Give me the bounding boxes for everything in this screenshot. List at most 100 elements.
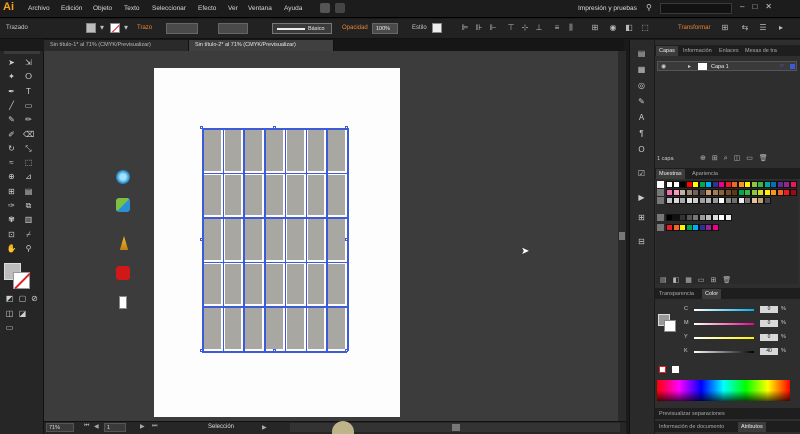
grid-cell[interactable] [245,219,263,260]
character-icon[interactable]: A [636,112,647,123]
workspace-switcher[interactable]: Impresión y pruebas [578,5,637,12]
status-mode[interactable]: Selección [208,424,234,430]
hscroll-thumb[interactable] [452,424,460,431]
transform-link[interactable]: Transformar [678,25,710,31]
layer-name[interactable]: Capa 1 [711,64,729,70]
align-icon[interactable]: ⊟ [636,236,647,247]
selection-handle[interactable] [345,126,348,129]
color-swatch[interactable] [789,189,797,196]
grid-cell[interactable] [204,219,221,260]
slice-tool-icon[interactable]: ⌿ [23,229,34,240]
grid-cell[interactable] [307,263,325,305]
photos-icon[interactable] [116,198,130,212]
play-icon[interactable]: ▶ [636,192,647,203]
chevron-down-icon[interactable]: ▾ [121,23,131,33]
paintbrush-tool-icon[interactable]: ✎ [6,114,17,125]
lasso-tool-icon[interactable]: ⵔ [23,71,34,82]
envelope-icon[interactable]: ⬚ [640,23,650,33]
layer-actions[interactable]: ⊕⊞⌕◫▭🗑 [700,154,774,163]
page-dropdown[interactable]: 1 [104,423,126,432]
grid-cell[interactable] [286,174,304,216]
grid-cell[interactable] [266,219,283,260]
zoom-dropdown[interactable]: 71% [46,423,74,432]
magic-wand-tool-icon[interactable]: ✦ [6,71,17,82]
variable-width-dropdown[interactable] [218,23,248,34]
grid-cell[interactable] [286,308,304,349]
grid-cell[interactable] [266,130,283,171]
grid-cell[interactable] [266,174,283,216]
eye-icon[interactable]: ◉ [661,63,666,70]
rotate-tool-icon[interactable]: ↻ [6,143,17,154]
grid-cell[interactable] [204,263,221,305]
grid-cell[interactable] [224,263,242,305]
none-color-icon[interactable]: ⊘ [29,293,40,304]
menu-ventana[interactable]: Ventana [248,5,272,12]
brush-definition-dropdown[interactable]: Básico [272,23,332,34]
sync-icon[interactable] [116,170,130,184]
color-swatch[interactable] [711,224,719,231]
grid-cell[interactable] [328,263,345,305]
draw-behind-icon[interactable]: ◪ [17,308,28,319]
selection-handle[interactable] [200,237,203,241]
grid-cell[interactable] [266,308,283,349]
stroke-color-swatch[interactable] [110,23,120,33]
white-swatch[interactable] [672,366,679,373]
menu-texto[interactable]: Texto [124,5,140,12]
fill-color-swatch[interactable] [86,23,96,33]
symbol-sprayer-tool-icon[interactable]: ✾ [6,214,17,225]
align-middle-icon[interactable]: ⊹ [520,23,530,33]
grid-cell[interactable] [224,174,242,216]
selection-handle[interactable] [200,126,203,129]
opacity-label[interactable]: Opacidad [342,25,368,31]
line-tool-icon[interactable]: ╱ [6,100,17,111]
grid-cell[interactable] [204,174,221,216]
grid-cell[interactable] [328,130,345,171]
brushes-icon[interactable]: ✎ [636,96,647,107]
tab-capas[interactable]: Capas [656,46,678,56]
blob-brush-tool-icon[interactable]: ✐ [6,129,17,140]
scale-tool-icon[interactable]: ⤡ [23,143,34,154]
grid-cell[interactable] [307,308,325,349]
transform-grid-icon[interactable]: ⊞ [720,23,730,33]
align-center-icon[interactable]: ⊪ [474,23,484,33]
next-page-icon[interactable]: ▶ [140,423,145,430]
color-guide-icon[interactable]: ▤ [636,48,647,59]
default-colors-icon[interactable]: ◩ [4,293,15,304]
mesh-tool-icon[interactable]: ⊞ [6,186,17,197]
grid-cell[interactable] [204,308,221,349]
tab-mesas[interactable]: Mesas de tra [742,46,780,56]
chevron-down-icon[interactable]: ▾ [97,23,107,33]
color-value-input[interactable]: 0 [760,320,778,327]
hand-tool-icon[interactable]: ✋ [6,243,17,254]
pen-tool-icon[interactable]: ✒ [6,86,17,97]
color-swatch[interactable] [763,197,771,204]
grid-cell[interactable] [307,130,325,171]
folder-swatch-icon[interactable] [657,224,664,231]
distribute-horizontal-icon[interactable]: ⫼ [566,23,576,33]
search-input[interactable] [660,3,732,14]
tab-muestras[interactable]: Muestras [656,169,685,179]
grid-cell[interactable] [307,219,325,260]
direct-selection-tool-icon[interactable]: ⇲ [23,57,34,68]
selection-handle[interactable] [272,349,276,352]
selection-handle[interactable] [345,349,348,352]
selection-handle[interactable] [345,237,348,241]
menu-archivo[interactable]: Archivo [28,5,50,12]
color-slider[interactable] [694,309,754,311]
align-right-icon[interactable]: ⊩ [488,23,498,33]
tab-transparencia[interactable]: Transparencia [656,289,697,299]
none-swatch-icon[interactable] [657,181,664,188]
grid-cell[interactable] [204,130,221,171]
tab-informacion[interactable]: Información [680,46,715,56]
free-transform-tool-icon[interactable]: ⬚ [23,157,34,168]
eraser-tool-icon[interactable]: ⌫ [23,129,34,140]
screen-mode-icon[interactable]: ▭ [4,322,15,333]
eyedropper-tool-icon[interactable]: ✑ [6,200,17,211]
perspective-grid-tool-icon[interactable]: ⊿ [23,171,34,182]
grid-cell[interactable] [286,263,304,305]
symbols-icon[interactable]: ◎ [636,80,647,91]
stroke-label[interactable]: Trazo [137,25,152,31]
tab-separaciones[interactable]: Previsualizar separaciones [656,409,728,419]
menu-ver[interactable]: Ver [228,5,238,12]
toolbox-grip[interactable] [4,51,40,54]
